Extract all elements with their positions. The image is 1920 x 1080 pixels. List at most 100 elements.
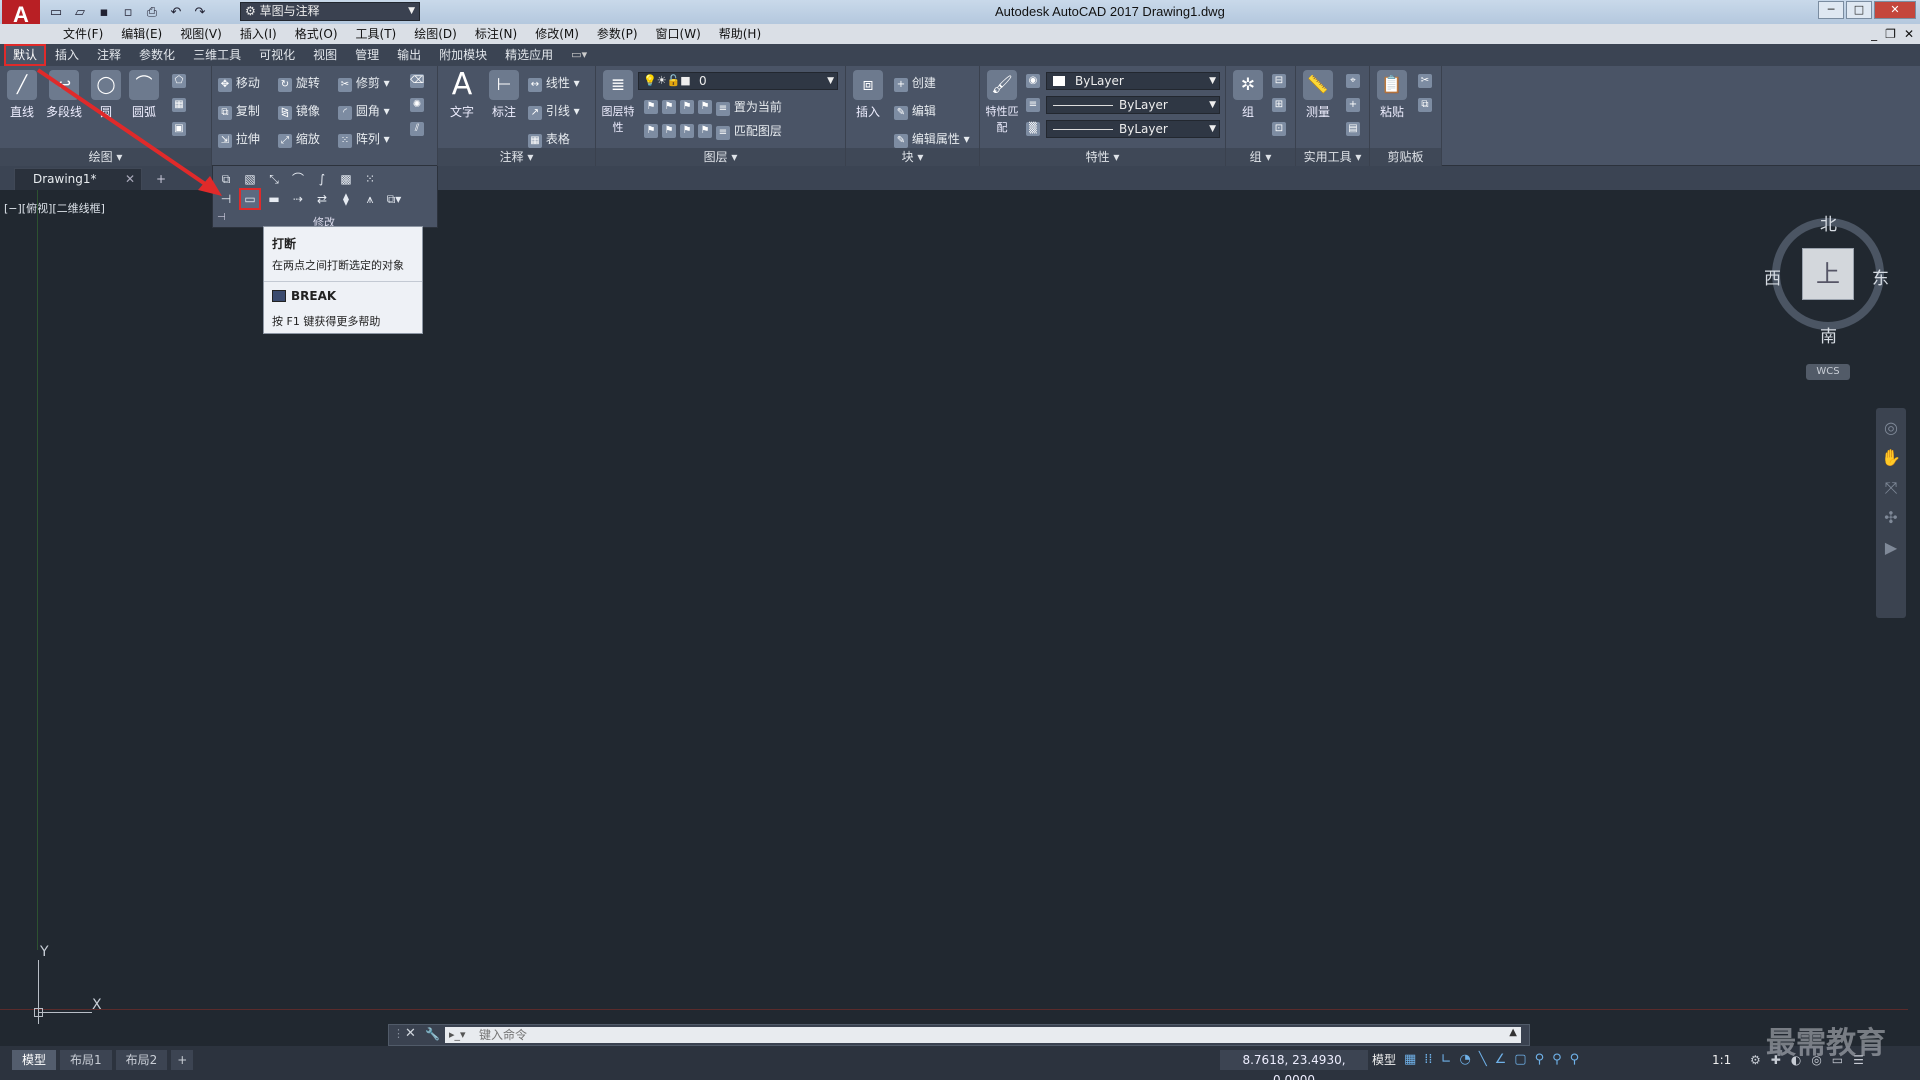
tab-model[interactable]: 模型 <box>12 1050 57 1070</box>
close-icon[interactable]: ✕ <box>405 1026 416 1041</box>
cut-icon[interactable]: ✂ <box>1418 74 1432 88</box>
annotation-scale-icon[interactable]: ⚲ <box>1570 1050 1580 1070</box>
tab-default[interactable]: 默认 <box>4 44 47 66</box>
object-snap-tracking-icon[interactable]: ∠ <box>1495 1050 1507 1070</box>
model-space-button[interactable]: 模型 <box>1372 1050 1396 1070</box>
layers-panel-title[interactable]: 图层 ▾ <box>596 148 845 166</box>
ungroup-icon[interactable]: ⊟ <box>1272 74 1286 88</box>
match-layer-button[interactable]: ≡ 匹配图层 <box>716 122 782 140</box>
paste-tool[interactable]: 📋 粘贴 <box>1372 70 1412 120</box>
linear-button[interactable]: ↔ 线性 ▾ <box>528 74 580 92</box>
rotate-button[interactable]: ↻ 旋转 <box>278 74 320 92</box>
tab-output[interactable]: 输出 <box>388 44 430 66</box>
menu-file[interactable]: 文件(F) <box>54 24 112 44</box>
new-file-icon[interactable]: ▭ <box>46 2 66 22</box>
layer-properties-tool[interactable]: ≣ 图层特性 <box>598 70 638 135</box>
annotation-visibility-icon[interactable]: ⚲ <box>1535 1050 1545 1070</box>
viewcube[interactable]: 上 北 南 东 西 <box>1764 210 1889 347</box>
print-icon[interactable]: ⎙ <box>142 2 162 22</box>
mirror-button[interactable]: ⧎ 镜像 <box>278 102 320 120</box>
zoom-extents-icon[interactable]: ⤧ <box>1881 478 1901 498</box>
save-as-icon[interactable]: ▫ <box>118 2 138 22</box>
align-icon[interactable]: ⧫ <box>337 190 355 208</box>
menu-view[interactable]: 视图(V) <box>171 24 231 44</box>
polyline-tool[interactable]: ↩ 多段线 <box>44 70 84 120</box>
doc-restore-icon[interactable]: ❐ <box>1885 24 1896 44</box>
tab-manage[interactable]: 管理 <box>346 44 388 66</box>
overkill-icon[interactable]: ⧉▾ <box>385 190 403 208</box>
polygon-icon[interactable]: ⬠ <box>172 74 186 88</box>
undo-icon[interactable]: ↶ <box>166 2 186 22</box>
color-dropdown[interactable]: ByLayer ▼ <box>1046 72 1220 90</box>
viewcube-top-face[interactable]: 上 <box>1802 248 1854 300</box>
menu-format[interactable]: 格式(O) <box>286 24 347 44</box>
command-prompt-icon[interactable]: ▸_▾ <box>449 1028 471 1042</box>
annotation-scale-value[interactable]: 1:1 <box>1712 1050 1731 1070</box>
layer-unisolate-icon[interactable]: ⚑ <box>662 124 676 138</box>
layer-dropdown[interactable]: 💡☀🔓■ 0 ▼ <box>638 72 838 90</box>
group-tool[interactable]: ✲ 组 <box>1228 70 1268 120</box>
grip-handle[interactable]: ⋮ <box>393 1027 404 1040</box>
command-input[interactable] <box>445 1027 1521 1043</box>
cursor-coordinates[interactable]: 8.7618, 23.4930, 0.0000 <box>1220 1050 1368 1080</box>
menu-tools[interactable]: 工具(T) <box>347 24 406 44</box>
snap-icon[interactable]: ⁞⁞ <box>1424 1050 1432 1070</box>
create-block-button[interactable]: + 创建 <box>894 74 936 92</box>
steering-wheel-icon[interactable]: ◎ <box>1881 418 1901 438</box>
group-select-icon[interactable]: ⊡ <box>1272 122 1286 136</box>
fillet-button[interactable]: ◜ 圆角 ▾ <box>338 102 390 120</box>
tab-drawing1[interactable]: Drawing1* ✕ <box>14 168 142 190</box>
match-properties-tool[interactable]: 🖌 特性匹配 <box>982 70 1022 135</box>
edit-block-button[interactable]: ✎ 编辑 <box>894 102 936 120</box>
new-tab-button[interactable]: + <box>150 170 172 188</box>
workspace-dropdown[interactable]: ⚙ 草图与注释 ▼ <box>240 2 420 21</box>
auto-scale-icon[interactable]: ⚲ <box>1552 1050 1562 1070</box>
compass-east[interactable]: 东 <box>1872 264 1889 289</box>
layer-isolate-icon[interactable]: ⚑ <box>662 100 676 114</box>
tab-addins[interactable]: 附加模块 <box>430 44 496 66</box>
edit-attribute-button[interactable]: ✎ 编辑属性 ▾ <box>894 130 970 148</box>
layer-freeze-icon[interactable]: ⚑ <box>680 100 694 114</box>
stretch-button[interactable]: ⇲ 拉伸 <box>218 130 260 148</box>
tab-annotate[interactable]: 注释 <box>88 44 130 66</box>
save-icon[interactable]: ▪ <box>94 2 114 22</box>
lineweight-icon[interactable]: ≡ <box>1026 98 1040 112</box>
point-icon[interactable]: + <box>1346 98 1360 112</box>
edit-polyline-icon[interactable]: ⌒ <box>289 170 307 188</box>
compass-north[interactable]: 北 <box>1820 210 1837 235</box>
line-tool[interactable]: ╱ 直线 <box>2 70 42 120</box>
menu-modify[interactable]: 修改(M) <box>526 24 588 44</box>
layer-on-icon[interactable]: ⚑ <box>644 124 658 138</box>
wrench-icon[interactable]: 🔧 <box>425 1027 440 1041</box>
annotation-panel-title[interactable]: 注释 ▾ <box>438 148 595 166</box>
object-snap-icon[interactable]: ▢ <box>1514 1050 1526 1070</box>
close-button[interactable]: ✕ <box>1874 1 1916 19</box>
chamfer-icon[interactable]: ⇢ <box>289 190 307 208</box>
circle-tool[interactable]: ◯ 圆 <box>86 70 126 120</box>
leader-button[interactable]: ↗ 引线 ▾ <box>528 102 580 120</box>
copy-clip-icon[interactable]: ⧉ <box>1418 98 1432 112</box>
layer-unlock-icon[interactable]: ⚑ <box>698 124 712 138</box>
menu-edit[interactable]: 编辑(E) <box>112 24 171 44</box>
tab-insert[interactable]: 插入 <box>46 44 88 66</box>
tab-layout2[interactable]: 布局2 <box>115 1050 168 1070</box>
utilities-panel-title[interactable]: 实用工具 ▾ <box>1296 148 1369 166</box>
measure-tool[interactable]: 📏 测量 <box>1298 70 1338 120</box>
menu-parametric[interactable]: 参数(P) <box>588 24 647 44</box>
orbit-icon[interactable]: ✣ <box>1881 508 1901 528</box>
quick-select-icon[interactable]: ⌖ <box>1346 74 1360 88</box>
transparency-icon[interactable]: ▒ <box>1026 122 1040 136</box>
block-panel-title[interactable]: 块 ▾ <box>846 148 979 166</box>
menu-insert[interactable]: 插入(I) <box>231 24 286 44</box>
join-icon[interactable]: ▬ <box>265 190 283 208</box>
text-tool[interactable]: A 文字 <box>442 70 482 120</box>
polar-icon[interactable]: ◔ <box>1459 1050 1470 1070</box>
tab-view[interactable]: 视图 <box>304 44 346 66</box>
region-icon[interactable]: ▣ <box>172 122 186 136</box>
gear-icon[interactable]: ⚙ <box>1750 1050 1761 1070</box>
pan-hand-icon[interactable]: ✋ <box>1881 448 1901 468</box>
scale-button[interactable]: ⤢ 缩放 <box>278 130 320 148</box>
lineweight-dropdown[interactable]: ByLayer ▼ <box>1046 120 1220 138</box>
edit-hatch-icon[interactable]: ▩ <box>337 170 355 188</box>
showmotion-icon[interactable]: ▶ <box>1881 538 1901 558</box>
